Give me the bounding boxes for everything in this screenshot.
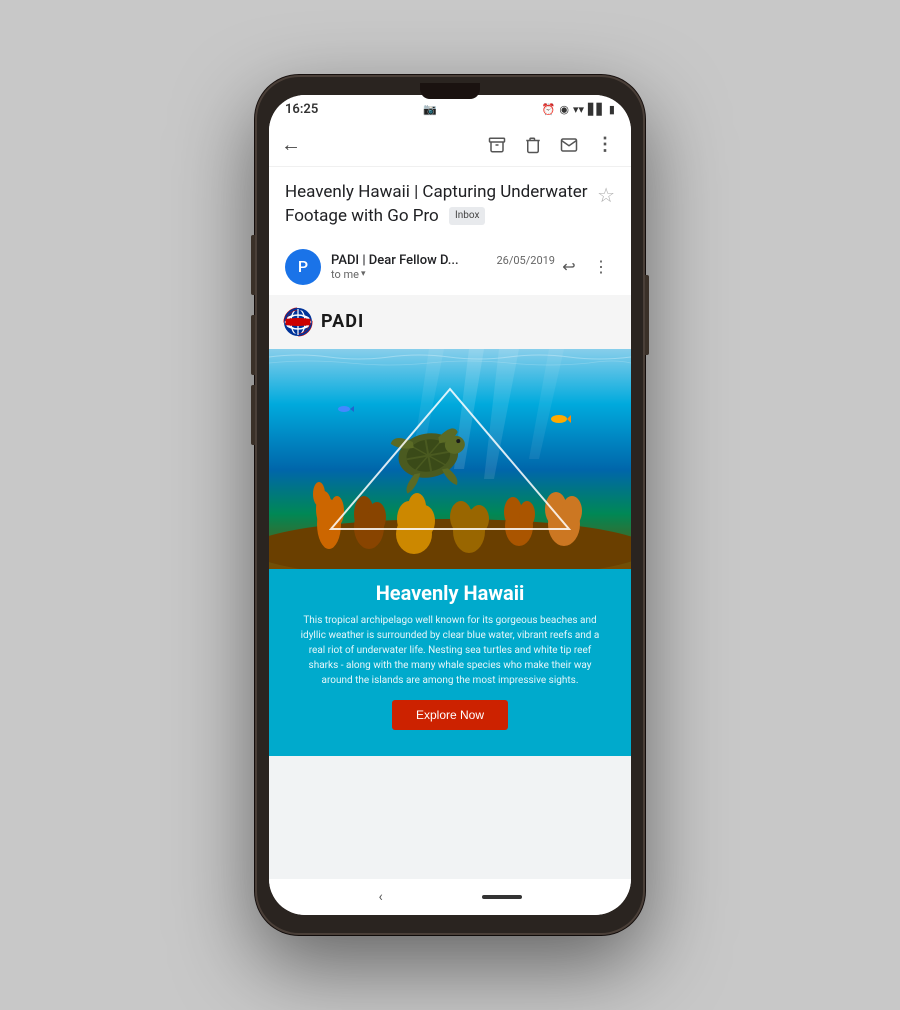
brightness-icon: ◉ [559,103,569,116]
sender-name: PADI | Dear Fellow D... [331,253,459,268]
status-bar: 16:25 📷 ⏰ ◉ ▾▾ ▋▋ ▮ [269,95,631,123]
underwater-svg [269,349,631,569]
archive-button[interactable] [483,131,511,159]
email-body: PADI [269,295,631,756]
email-title-section: Heavenly Hawaii This tropical archipelag… [283,581,617,730]
phone-screen: 16:25 📷 ⏰ ◉ ▾▾ ▋▋ ▮ ← [269,95,631,915]
star-icon[interactable]: ☆ [597,183,615,207]
gmail-toolbar: ← ⋮ [269,123,631,167]
reply-button[interactable]: ↩ [555,253,583,281]
battery-icon: ▮ [609,103,615,116]
padi-header: PADI [269,295,631,349]
sender-info: PADI | Dear Fellow D... 26/05/2019 to me… [331,253,555,281]
delete-button[interactable] [519,131,547,159]
mail-button[interactable] [555,131,583,159]
signal-icon: ▋▋ [588,103,605,116]
status-icons: ⏰ ◉ ▾▾ ▋▋ ▮ [542,103,615,116]
padi-logo-text: PADI [321,311,364,332]
sender-to[interactable]: to me ▾ [331,268,555,281]
sender-date: 26/05/2019 [496,254,555,267]
nav-bar: ‹ [269,879,631,915]
camera-notch [420,83,480,99]
wifi-icon: ▾▾ [573,103,584,116]
explore-now-button[interactable]: Explore Now [392,700,508,730]
back-button[interactable]: ← [281,132,301,157]
sender-row: P PADI | Dear Fellow D... 26/05/2019 to … [269,239,631,295]
underwater-scene [269,349,631,569]
nav-back-button[interactable]: ‹ [378,889,382,905]
padi-globe-icon [283,307,313,337]
email-content[interactable]: PADI [269,295,631,879]
status-time: 16:25 [285,102,318,117]
more-button[interactable]: ⋮ [591,131,619,159]
email-subject-area: Heavenly Hawaii | Capturing Underwater F… [269,167,631,239]
hero-image [269,349,631,569]
email-description: This tropical archipelago well known for… [283,613,617,688]
alarm-icon: ⏰ [542,103,556,116]
phone-shell: 16:25 📷 ⏰ ◉ ▾▾ ▋▋ ▮ ← [255,75,645,935]
sender-avatar: P [285,249,321,285]
sender-more-button[interactable]: ⋮ [587,253,615,281]
email-lower: Heavenly Hawaii This tropical archipelag… [269,569,631,756]
email-main-title: Heavenly Hawaii [283,581,617,605]
inbox-badge: Inbox [449,207,485,225]
instagram-icon: 📷 [423,103,437,116]
nav-home-bar[interactable] [482,895,522,899]
sender-actions: ↩ ⋮ [555,253,615,281]
email-subject: Heavenly Hawaii | Capturing Underwater F… [285,181,589,229]
